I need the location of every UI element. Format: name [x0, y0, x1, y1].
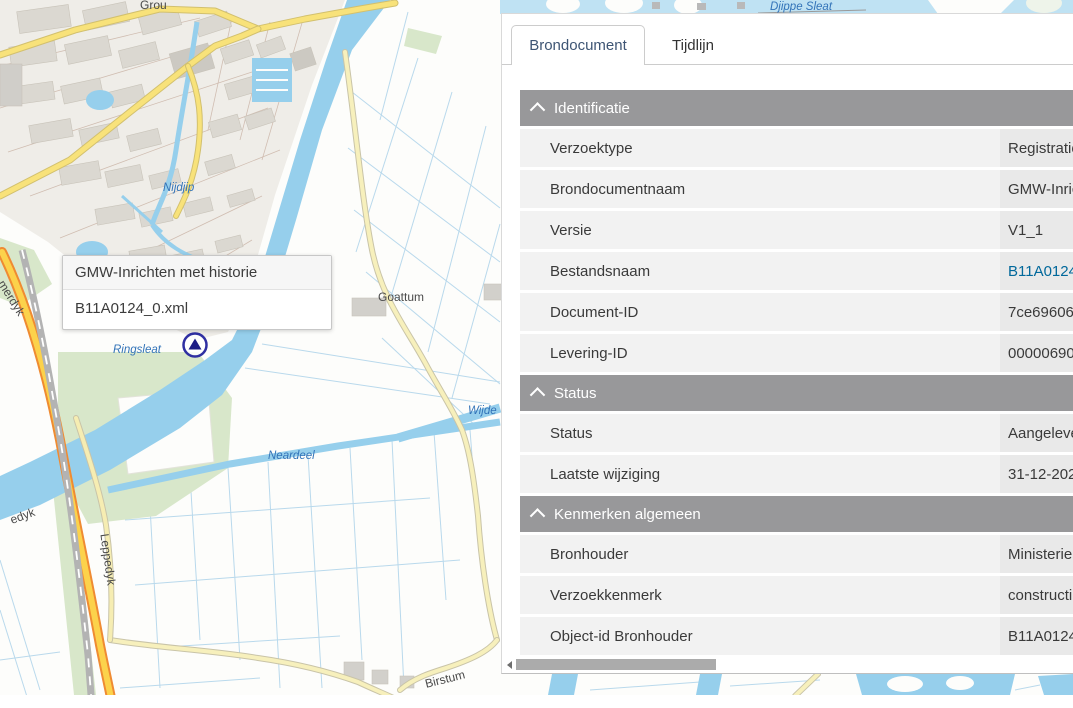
row-label: Laatste wijziging: [520, 455, 1000, 493]
row-label: Verzoekkenmerk: [520, 576, 1000, 614]
row-label: Bestandsnaam: [520, 252, 1000, 290]
row-label: Brondocumentnaam: [520, 170, 1000, 208]
table-row: Status Aangeleverd: [520, 414, 1073, 452]
popup-title: GMW-Inrichten met historie: [63, 256, 331, 290]
table-row: Brondocumentnaam GMW-Inrichten met histo…: [520, 170, 1073, 208]
tab-tijdlijn[interactable]: Tijdlijn: [643, 26, 743, 65]
tab-brondocument[interactable]: Brondocument: [511, 25, 645, 65]
row-label: Levering-ID: [520, 334, 1000, 372]
section-status: Status Status Aangeleverd Laatste wijzig…: [520, 375, 1073, 493]
row-label: Verzoektype: [520, 129, 1000, 167]
table-row: Bronhouder Ministerie: [520, 535, 1073, 573]
row-label: Status: [520, 414, 1000, 452]
row-value: 7ce69606e: [1000, 293, 1073, 331]
section-title: Kenmerken algemeen: [554, 506, 701, 523]
section-identificatie: Identificatie Verzoektype Registratiever…: [520, 90, 1073, 372]
table-row: Versie V1_1: [520, 211, 1073, 249]
section-header-identificatie[interactable]: Identificatie: [520, 90, 1073, 126]
tab-bar: Brondocument Tijdlijn: [502, 14, 1073, 65]
table-row: Verzoekkenmerk constructi: [520, 576, 1073, 614]
row-label: Versie: [520, 211, 1000, 249]
chevron-up-icon: [530, 387, 546, 403]
table-row: Levering-ID 00000690: [520, 334, 1073, 372]
row-value: Registratieverzoek: [1000, 129, 1073, 167]
row-value: GMW-Inrichten met historie: [1000, 170, 1073, 208]
gmw-location-marker[interactable]: [184, 334, 207, 357]
bestandsnaam-link[interactable]: B11A0124_0.xml: [1000, 252, 1073, 290]
row-label: Bronhouder: [520, 535, 1000, 573]
detail-panel: Brondocument Tijdlijn Identificatie Verz…: [501, 13, 1073, 674]
horizontal-scrollbar[interactable]: [503, 657, 1073, 672]
table-row: Document-ID 7ce69606e: [520, 293, 1073, 331]
table-row: Verzoektype Registratieverzoek: [520, 129, 1073, 167]
table-row: Laatste wijziging 31-12-202: [520, 455, 1073, 493]
section-title: Identificatie: [554, 100, 630, 117]
bro-map-viewer: { "colors": { "water": "#96cfec", "water…: [0, 0, 1073, 708]
section-title: Status: [554, 385, 597, 402]
chevron-up-icon: [530, 508, 546, 524]
chevron-up-icon: [530, 102, 546, 118]
map-label-ringsleat: Ringsleat: [113, 344, 162, 356]
map-label-grou: Grou: [140, 0, 167, 12]
map-popup: GMW-Inrichten met historie B11A0124_0.xm…: [62, 255, 332, 330]
map-label-nijdjip: Nijdjip: [163, 182, 195, 194]
row-value: Aangeleverd: [1000, 414, 1073, 452]
map-label-wijde: Wijde: [468, 405, 497, 417]
row-value: V1_1: [1000, 211, 1073, 249]
row-value: 31-12-202: [1000, 455, 1073, 493]
row-value: Ministerie: [1000, 535, 1073, 573]
scroll-left-arrow-icon[interactable]: [507, 661, 512, 669]
row-value: B11A0124: [1000, 617, 1073, 655]
row-label: Object-id Bronhouder: [520, 617, 1000, 655]
map-label-neardeel: Neardeel: [268, 450, 315, 462]
table-row: Bestandsnaam B11A0124_0.xml: [520, 252, 1073, 290]
popup-filename: B11A0124_0.xml: [63, 290, 331, 329]
row-value: constructi: [1000, 576, 1073, 614]
scrollbar-thumb[interactable]: [516, 659, 716, 670]
panel-content: Identificatie Verzoektype Registratiever…: [520, 90, 1073, 655]
map-label-djippe-sleat: Djippe Sleat: [770, 1, 833, 13]
section-kenmerken: Kenmerken algemeen Bronhouder Ministerie…: [520, 496, 1073, 655]
section-header-status[interactable]: Status: [520, 375, 1073, 411]
row-value: 00000690: [1000, 334, 1073, 372]
map-bottom-margin: [0, 695, 1073, 708]
map-label-goattum: Goattum: [378, 290, 424, 304]
row-label: Document-ID: [520, 293, 1000, 331]
table-row: Object-id Bronhouder B11A0124: [520, 617, 1073, 655]
section-header-kenmerken[interactable]: Kenmerken algemeen: [520, 496, 1073, 532]
